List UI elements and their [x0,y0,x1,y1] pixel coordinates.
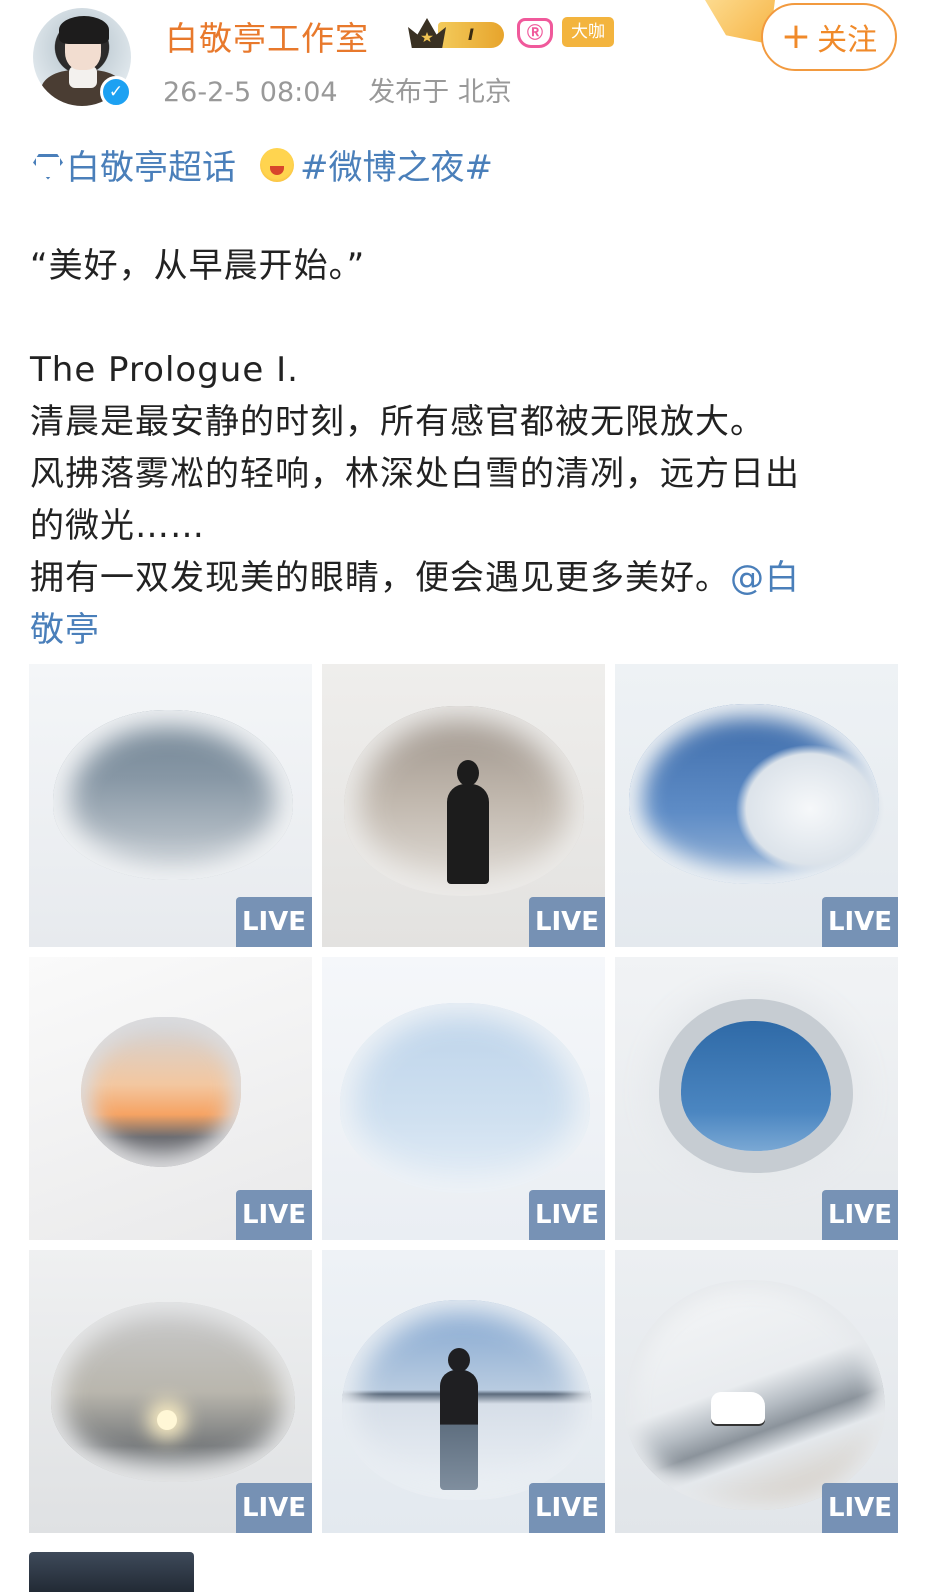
level-badge-label: I [438,22,504,48]
grid-image[interactable]: LIVE [615,664,898,947]
post-text-line-content: 拥有一双发现美的眼睛，便会遇见更多美好。 [30,558,730,598]
post-text-quote: “美好，从早晨开始。” [30,246,366,286]
post-text-title: The Prologue I. [30,350,299,390]
follow-label: 关注 [817,23,878,58]
supertopic-link[interactable]: 白敬亭超话 [66,140,236,189]
crown-level-badge[interactable]: I [408,16,504,50]
grid-image[interactable]: LIVE [322,1250,605,1533]
live-badge: LIVE [822,897,898,947]
person-standing [440,1348,478,1490]
post-text-line: 的微光…… [30,506,205,546]
plus-icon: + [780,16,812,57]
live-badge: LIVE [236,1483,312,1533]
grid-image[interactable]: LIVE [29,664,312,947]
post-text-line: 敬亭 [30,604,100,656]
supertopic-icon [30,154,60,176]
frost-window-sunrise [81,1017,241,1167]
live-badge: LIVE [529,897,605,947]
post-text-line: 风拂落雾凇的轻响，林深处白雪的清冽，远方日出 [30,454,800,494]
live-badge: LIVE [529,1190,605,1240]
frost-window-snow-tracks [340,1003,590,1193]
grid-image[interactable]: LIVE [29,1250,312,1533]
grid-image[interactable]: LIVE [29,957,312,1240]
live-badge: LIVE [529,1483,605,1533]
avatar-hair [59,16,109,44]
live-badge: LIVE [236,1190,312,1240]
cheering-emoji-icon [260,147,294,182]
sun-glow [157,1410,177,1430]
mention-link[interactable]: @白 [730,558,800,598]
post-text-line: 拥有一双发现美的眼睛，便会遇见更多美好。@白 [30,552,800,604]
white-car [711,1392,765,1424]
follow-button[interactable]: + 关注 [761,3,897,71]
frost-window-deep-blue [681,1021,831,1151]
username[interactable]: 白敬亭工作室 [165,12,369,60]
grid-image[interactable]: LIVE [615,957,898,1240]
post-location: 发布于 北京 [368,77,512,108]
live-badge: LIVE [822,1190,898,1240]
live-badge: LIVE [236,897,312,947]
vip-badge-icon[interactable]: Ⓡ [517,18,553,48]
live-badge: LIVE [822,1483,898,1533]
next-post-thumbnail[interactable] [29,1552,194,1592]
grid-image[interactable]: LIVE [322,664,605,947]
post-meta: 26-2-5 08:04 发布于 北京 [163,70,534,109]
post-text-line: 清晨是最安静的时刻，所有感官都被无限放大。 [30,402,765,442]
verified-icon: ✓ [100,76,132,108]
person-silhouette [447,760,489,884]
frost-window-bare-trees [51,1302,295,1482]
post-timestamp: 26-2-5 08:04 [163,77,338,108]
frosted-tree [735,744,885,874]
grid-image[interactable]: LIVE [615,1250,898,1533]
frost-window-frozen-grass [53,710,293,880]
grid-image[interactable]: LIVE [322,957,605,1240]
topics-row: 白敬亭超话 #微博之夜# [30,140,493,189]
hashtag-link[interactable]: #微博之夜# [300,140,493,189]
mention-link-continued[interactable]: 敬亭 [30,610,100,650]
dakai-tag[interactable]: 大咖 [562,17,614,47]
